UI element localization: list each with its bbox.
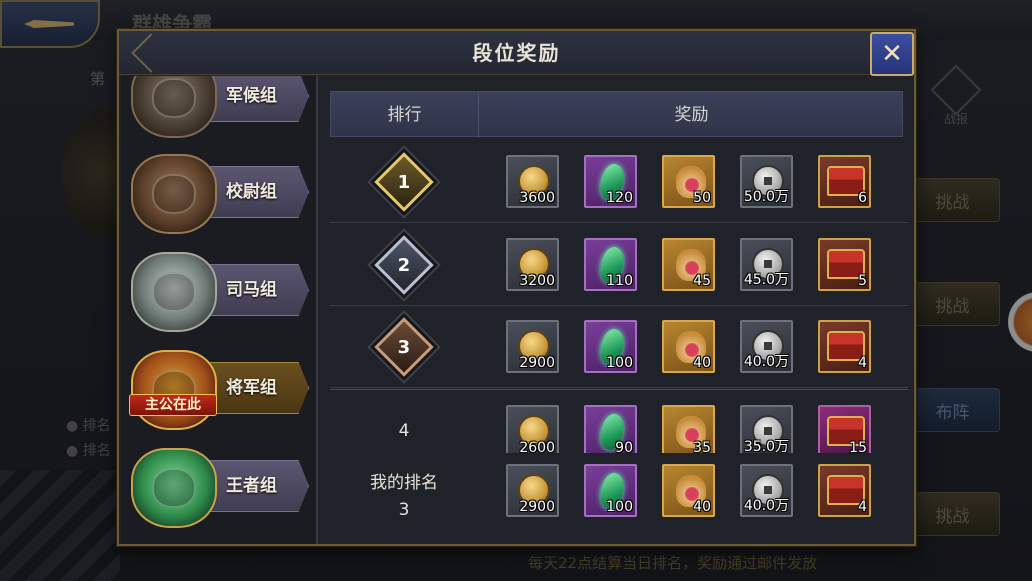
reward-table-header: 排行 奖励 xyxy=(330,91,903,138)
rank-cell: 2 xyxy=(330,224,478,306)
bronze-rank-diamond-icon: 3 xyxy=(374,317,434,377)
gold-rank-diamond-icon: 1 xyxy=(374,152,434,212)
reward-item[interactable]: 3600 xyxy=(506,155,559,208)
reward-item[interactable]: 4 xyxy=(818,464,871,517)
reward-item[interactable]: 45.0万 xyxy=(740,238,793,291)
tier-item-xiaowei[interactable]: 校尉组 xyxy=(131,154,309,234)
reward-item[interactable]: 35.0万 xyxy=(740,405,793,453)
divider xyxy=(330,389,908,390)
reward-item[interactable]: 3200 xyxy=(506,238,559,291)
tier-label: 司马组 xyxy=(226,280,277,300)
silver-lion-badge-icon xyxy=(131,252,217,332)
column-header-reward: 奖励 xyxy=(674,105,709,125)
reward-item[interactable]: 110 xyxy=(584,238,637,291)
tier-item-jiangjun[interactable]: 将军组 主公在此 xyxy=(129,350,309,430)
reward-item[interactable]: 90 xyxy=(584,405,637,453)
reward-list: 3600 120 50 50.0万 6 xyxy=(506,155,871,211)
copper-tiger-badge-icon xyxy=(131,154,217,234)
reward-item[interactable]: 4 xyxy=(818,320,871,373)
reward-list: 2600 90 35 35.0万 15 xyxy=(506,405,871,453)
silver-rank-diamond-icon: 2 xyxy=(374,235,434,295)
rank-cell: 4 xyxy=(398,420,410,441)
reward-list: 2900 100 40 40.0万 4 xyxy=(506,320,871,376)
tier-list[interactable]: 军候组 校尉组 司马组 将军组 主公在此 王者组 xyxy=(121,76,318,544)
reward-item[interactable]: 100 xyxy=(584,320,637,373)
my-rank-row: 我的排名 3 2900 100 40 40.0万 4 xyxy=(330,456,908,538)
reward-item[interactable]: 120 xyxy=(584,155,637,208)
table-row: 2 3200 110 45 45.0万 5 xyxy=(330,224,908,306)
tier-label: 校尉组 xyxy=(226,182,277,202)
my-rank-label: 我的排名 xyxy=(370,473,438,493)
gold-warrior-badge-icon xyxy=(131,350,217,430)
dialog-title: 段位奖励 xyxy=(472,41,561,65)
reward-item[interactable]: 15 xyxy=(818,405,871,453)
reward-item[interactable]: 6 xyxy=(818,155,871,208)
reward-item[interactable]: 40 xyxy=(662,320,715,373)
reward-item[interactable]: 2600 xyxy=(506,405,559,453)
tier-item-sima[interactable]: 司马组 xyxy=(131,252,309,332)
reward-item[interactable]: 50.0万 xyxy=(740,155,793,208)
reward-item[interactable]: 5 xyxy=(818,238,871,291)
reward-item[interactable]: 40.0万 xyxy=(740,320,793,373)
my-rank-value: 3 xyxy=(398,500,410,520)
table-row: 1 3600 120 50 50.0万 6 xyxy=(330,141,908,223)
reward-item[interactable]: 100 xyxy=(584,464,637,517)
bronze-demon-badge-icon xyxy=(131,76,217,138)
my-rank-cell: 我的排名 3 xyxy=(330,456,478,538)
reward-list: 2900 100 40 40.0万 4 xyxy=(506,464,871,520)
reward-item[interactable]: 35 xyxy=(662,405,715,453)
reward-item[interactable]: 40.0万 xyxy=(740,464,793,517)
reward-item[interactable]: 2900 xyxy=(506,464,559,517)
jade-dragon-badge-icon xyxy=(131,448,217,528)
tier-item-junhou[interactable]: 军候组 xyxy=(131,76,309,138)
rank-cell: 1 xyxy=(330,141,478,223)
rank-reward-dialog: 段位奖励 ✕ 军候组 校尉组 司马组 将军组 主公在此 王者组 排行 奖励 1 … xyxy=(117,29,916,546)
table-row: 3 2900 100 40 40.0万 4 xyxy=(330,306,908,388)
rank-cell: 3 xyxy=(330,306,478,388)
dialog-header: 段位奖励 ✕ xyxy=(119,31,914,76)
reward-list: 3200 110 45 45.0万 5 xyxy=(506,238,871,294)
reward-item[interactable]: 2900 xyxy=(506,320,559,373)
table-row: 4 2600 90 35 35.0万 15 xyxy=(330,391,908,453)
reward-item[interactable]: 40 xyxy=(662,464,715,517)
current-tier-tag: 主公在此 xyxy=(129,394,217,416)
tier-label: 王者组 xyxy=(226,476,277,496)
column-header-rank: 排行 xyxy=(331,92,479,138)
tier-label: 将军组 xyxy=(226,378,277,398)
tier-label: 军候组 xyxy=(226,86,277,106)
close-icon[interactable]: ✕ xyxy=(870,32,914,76)
reward-item[interactable]: 45 xyxy=(662,238,715,291)
tier-item-wangzhe[interactable]: 王者组 xyxy=(131,448,309,528)
reward-item[interactable]: 50 xyxy=(662,155,715,208)
